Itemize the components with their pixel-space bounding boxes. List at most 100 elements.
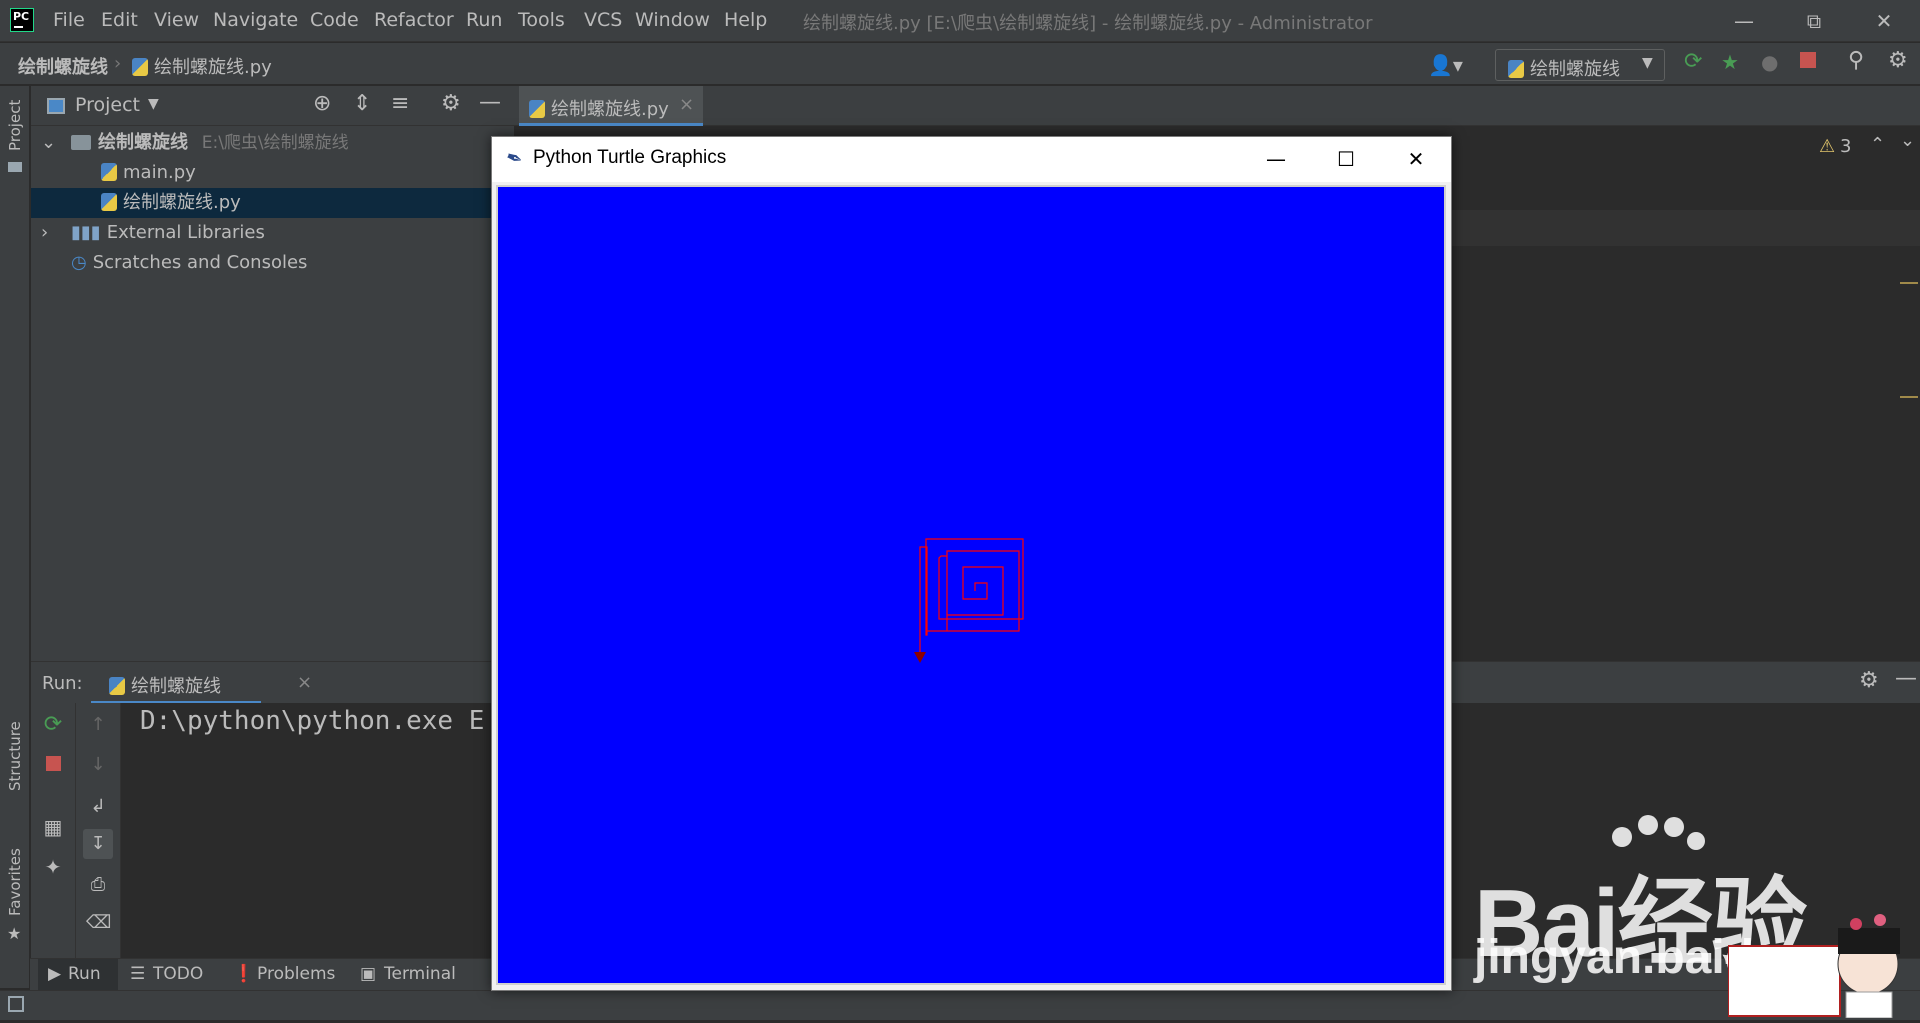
- restore-button[interactable]: ⧉: [1791, 6, 1837, 36]
- layout-icon[interactable]: ▦: [41, 815, 65, 839]
- run-tab[interactable]: 绘制螺旋线 ×: [91, 662, 312, 704]
- hide-panel-icon[interactable]: —: [479, 90, 501, 115]
- turtle-maximize-button[interactable]: ☐: [1311, 137, 1381, 182]
- hide-panel-icon[interactable]: —: [1895, 666, 1917, 691]
- terminal-icon: ▣: [360, 964, 377, 984]
- project-folder-icon: [8, 162, 22, 172]
- trash-icon[interactable]: ⌫: [86, 911, 111, 935]
- editor-tab[interactable]: 绘制螺旋线.py ×: [519, 86, 703, 126]
- structure-tool-tab[interactable]: Structure: [6, 721, 24, 791]
- up-arrow-icon[interactable]: ↑: [86, 713, 110, 737]
- run-tool-tab[interactable]: ▶ Run: [38, 959, 118, 991]
- close-button[interactable]: ✕: [1861, 6, 1907, 36]
- gear-icon[interactable]: ⚙: [1859, 668, 1879, 693]
- favorites-tool-tab[interactable]: Favorites: [6, 848, 24, 916]
- scroll-marker: [1900, 282, 1918, 284]
- turtle-drawing: [914, 538, 1024, 663]
- menu-navigate[interactable]: Navigate: [213, 9, 298, 31]
- terminal-tool-tab[interactable]: Terminal: [384, 964, 456, 984]
- mascot-sticker-icon: [1727, 910, 1918, 1019]
- rerun-icon[interactable]: ⟳: [41, 713, 65, 737]
- menu-run[interactable]: Run: [466, 9, 502, 31]
- next-highlight-icon[interactable]: ⌄: [1900, 130, 1915, 151]
- settings-gear-icon[interactable]: ⚙: [1888, 48, 1908, 73]
- python-file-icon: [101, 163, 117, 181]
- soft-wrap-icon[interactable]: ↲: [86, 795, 110, 819]
- chevron-down-icon[interactable]: ▼: [148, 96, 159, 112]
- turtle-canvas[interactable]: [496, 185, 1446, 985]
- down-arrow-icon[interactable]: ↓: [86, 753, 110, 777]
- todo-list-icon: ☰: [130, 964, 146, 984]
- stop-icon[interactable]: [41, 754, 65, 778]
- root-path: E:\爬虫\绘制螺旋线: [201, 133, 349, 153]
- python-file-icon: [132, 58, 148, 76]
- rerun-icon[interactable]: ⟳: [1684, 49, 1702, 74]
- run-play-icon: ▶: [48, 964, 62, 984]
- collapse-all-icon[interactable]: ≡: [391, 91, 409, 116]
- run-panel-label: Run:: [42, 673, 83, 694]
- menu-help[interactable]: Help: [724, 9, 767, 31]
- tree-item-file[interactable]: main.py: [31, 158, 514, 188]
- menu-view[interactable]: View: [154, 9, 199, 31]
- status-bar: [0, 990, 1920, 1020]
- folder-icon: [71, 135, 91, 150]
- profile-icon[interactable]: ●: [1761, 50, 1778, 74]
- navigation-bar: 绘制螺旋线 › 绘制螺旋线.py 👤▾ 绘制螺旋线 ▼ ⟳ ★ ● ⚲ ⚙: [0, 43, 1920, 85]
- search-icon[interactable]: ⚲: [1848, 48, 1864, 73]
- python-file-icon: [529, 100, 545, 118]
- breadcrumb-file[interactable]: 绘制螺旋线.py: [132, 53, 272, 79]
- breadcrumb-project[interactable]: 绘制螺旋线: [18, 53, 108, 79]
- console-line: D:\python\python.exe E: [140, 706, 485, 736]
- menu-window[interactable]: Window: [635, 9, 710, 31]
- pin-icon[interactable]: ✦: [41, 855, 65, 879]
- feather-icon: ✒: [502, 143, 527, 173]
- menu-vcs[interactable]: VCS: [584, 9, 622, 31]
- python-run-icon: [109, 677, 125, 695]
- scroll-to-end-icon[interactable]: ↧: [83, 829, 113, 859]
- problems-tool-tab[interactable]: Problems: [257, 964, 335, 984]
- tree-item-root[interactable]: ⌄ 绘制螺旋线 E:\爬虫\绘制螺旋线: [31, 128, 514, 158]
- expand-all-icon[interactable]: ⇕: [353, 91, 371, 116]
- turtle-close-button[interactable]: ✕: [1381, 137, 1451, 182]
- scratches-icon: ◷: [71, 252, 87, 273]
- debug-bug-icon[interactable]: ★: [1721, 50, 1739, 74]
- turtle-minimize-button[interactable]: —: [1241, 137, 1311, 182]
- run-configuration-select[interactable]: 绘制螺旋线 ▼: [1495, 49, 1665, 81]
- breadcrumb-separator-icon: ›: [114, 53, 122, 74]
- user-account-icon[interactable]: 👤▾: [1428, 53, 1463, 77]
- tree-item-external-libraries[interactable]: › ▮▮▮ External Libraries: [31, 218, 514, 248]
- chevron-right-icon[interactable]: ›: [41, 218, 48, 248]
- project-view-title[interactable]: Project: [75, 94, 140, 116]
- menu-refactor[interactable]: Refactor: [374, 9, 454, 31]
- turtle-window-titlebar[interactable]: ✒ Python Turtle Graphics — ☐ ✕: [492, 137, 1451, 182]
- tree-item-scratches[interactable]: ◷ Scratches and Consoles: [31, 248, 514, 278]
- menu-edit[interactable]: Edit: [101, 9, 138, 31]
- previous-highlight-icon[interactable]: ⌃: [1870, 134, 1885, 155]
- menu-code[interactable]: Code: [310, 9, 359, 31]
- turtle-graphics-window: ✒ Python Turtle Graphics — ☐ ✕: [491, 136, 1452, 991]
- project-view-icon: [47, 98, 65, 114]
- chevron-down-icon: ▼: [1642, 55, 1653, 71]
- pycharm-logo-icon: PC: [10, 8, 34, 32]
- close-tab-icon[interactable]: ×: [679, 94, 694, 115]
- warning-count: 3: [1840, 136, 1852, 157]
- gear-icon[interactable]: ⚙: [441, 91, 461, 116]
- print-icon[interactable]: ⎙: [86, 873, 110, 897]
- warning-icon[interactable]: ⚠: [1819, 136, 1835, 157]
- project-tool-tab[interactable]: Project: [6, 100, 24, 151]
- tool-windows-toggle-icon[interactable]: [8, 996, 24, 1012]
- chevron-down-icon[interactable]: ⌄: [41, 128, 56, 158]
- project-tree: ⌄ 绘制螺旋线 E:\爬虫\绘制螺旋线 main.py 绘制螺旋线.py › ▮…: [31, 126, 514, 661]
- locate-target-icon[interactable]: ⊕: [313, 91, 331, 116]
- menu-tools[interactable]: Tools: [518, 9, 565, 31]
- stop-icon[interactable]: [1800, 52, 1816, 68]
- minimize-button[interactable]: —: [1721, 6, 1767, 36]
- spiral-path: [919, 538, 1024, 655]
- close-tab-icon[interactable]: ×: [297, 672, 312, 693]
- menu-file[interactable]: File: [53, 9, 85, 31]
- scroll-marker: [1900, 396, 1918, 398]
- todo-tool-tab[interactable]: TODO: [153, 964, 203, 984]
- tree-item-file-selected[interactable]: 绘制螺旋线.py: [31, 188, 514, 218]
- left-tool-strip: Project Structure Favorites ★: [0, 86, 30, 988]
- run-toolbar-secondary: ↑ ↓ ↲ ↧ ⎙ ⌫: [75, 703, 121, 988]
